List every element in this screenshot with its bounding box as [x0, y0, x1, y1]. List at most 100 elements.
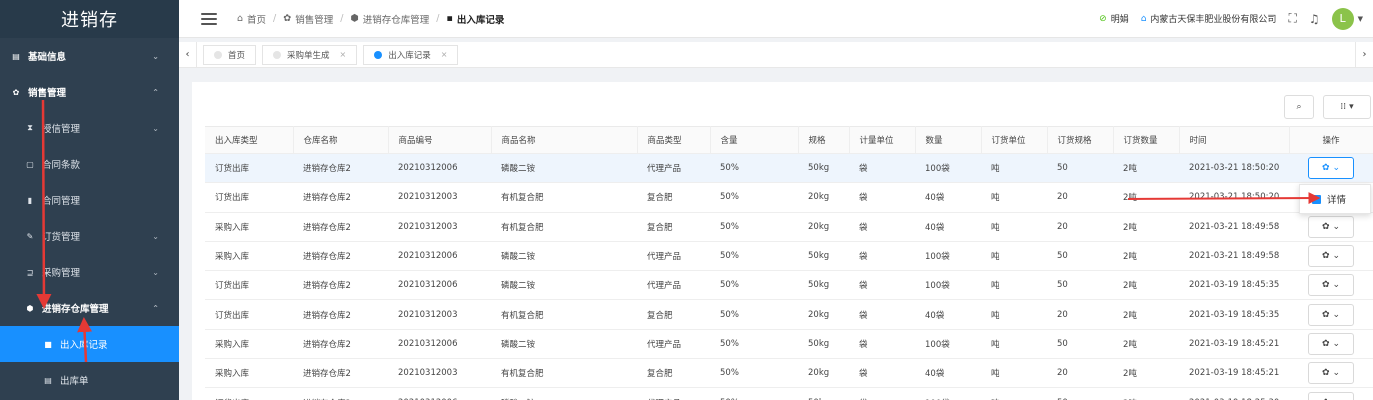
tab-purchase-create[interactable]: 采购单生成 ×: [262, 44, 358, 65]
tabs-scroll-left-icon[interactable]: ‹: [179, 41, 197, 68]
table-cell: 100袋: [915, 153, 981, 184]
sidebar-item-sales[interactable]: ✿ 销售管理 ⌃: [0, 74, 179, 110]
chevron-down-icon: ⌄: [152, 51, 159, 61]
cube-icon: ⬢: [26, 303, 34, 313]
table-cell: 2吨: [1113, 182, 1179, 213]
table-cell: 袋: [849, 329, 915, 360]
table-cell: 有机复合肥: [491, 212, 637, 242]
column-header: 商品类型: [637, 126, 711, 154]
home-icon: ⌂: [1140, 13, 1147, 24]
table-cell: 采购入库: [205, 329, 293, 360]
table-cell: 磷酸二铵: [491, 153, 637, 184]
current-company[interactable]: ⌂ 内蒙古天保丰肥业股份有限公司: [1140, 12, 1277, 26]
breadcrumb-home[interactable]: ⌂ 首页: [237, 12, 266, 26]
row-actions-button[interactable]: ✿⌄: [1308, 391, 1354, 400]
row-actions-button[interactable]: ✿⌄: [1308, 157, 1354, 180]
close-icon[interactable]: ×: [340, 50, 347, 59]
table-cell: 2021-03-19 18:45:21: [1179, 329, 1289, 360]
column-header: 订货数量: [1113, 126, 1180, 154]
sidebar-item-contract-terms[interactable]: ▢ 合同条款: [0, 146, 179, 182]
sidebar-item-stock-records[interactable]: ■ 出入库记录: [0, 326, 179, 362]
table-cell: 50kg: [798, 153, 849, 184]
table-cell: 2021-03-21 18:49:58: [1179, 212, 1289, 242]
breadcrumb-sales[interactable]: ✿ 销售管理: [283, 12, 333, 26]
columns-button[interactable]: ⁞⁞ ▾: [1323, 95, 1371, 119]
table-row[interactable]: 采购入库 进销存仓库2 20210312006 磷酸二铵 代理产品 50% 50kg 袋 100…: [205, 329, 1373, 360]
table-cell: 50%: [710, 153, 798, 184]
table-row[interactable]: 订货出库进销存仓库220210312006磷酸二铵代理产品50%50kg袋100…: [205, 270, 1373, 301]
chevron-down-icon: ⌄: [1332, 280, 1341, 291]
chevron-down-icon: ⌄: [1332, 368, 1341, 379]
table-cell: 吨: [981, 153, 1047, 184]
table-row[interactable]: 订货出库进销存仓库220210312006磷酸二铵代理产品50%50kg袋100…: [205, 153, 1373, 184]
column-header: 计量单位: [849, 126, 916, 154]
row-actions-button[interactable]: ✿⌄: [1308, 332, 1354, 355]
table-cell: 采购入库: [205, 358, 293, 389]
breadcrumb-current: ▪ 出入库记录: [446, 13, 505, 26]
table-cell: 20kg: [798, 182, 849, 213]
table-row[interactable]: 订货出库 进销存仓库2 20210312003 有机复合肥 复合肥 50% 20kg 袋 40袋…: [205, 299, 1373, 330]
breadcrumb-warehouse[interactable]: ⬢ 进销存仓库管理: [350, 12, 429, 26]
table-cell: 100袋: [915, 270, 981, 301]
table-cell: 20: [1047, 299, 1113, 330]
table-row[interactable]: 订货出库进销存仓库220210312006磷酸二铵代理产品50%50kg袋100…: [205, 387, 1373, 400]
tab-stock-records[interactable]: 出入库记录 ×: [363, 44, 459, 65]
table-cell: 2吨: [1113, 329, 1179, 360]
chevron-down-icon: ⌄: [1332, 338, 1341, 349]
table-cell: 20kg: [798, 358, 849, 389]
row-actions-button[interactable]: ✿⌄: [1308, 274, 1354, 297]
table-cell: 2吨: [1113, 299, 1179, 330]
column-header: 含量: [710, 126, 799, 154]
chevron-down-icon: ⌄: [1332, 251, 1341, 262]
table-cell-actions: ✿⌄: [1289, 299, 1373, 330]
gear-icon: ✿: [1321, 251, 1330, 262]
sidebar-item-contracts[interactable]: ▮ 合同管理: [0, 182, 179, 218]
table-cell: 2吨: [1113, 241, 1179, 272]
table-cell: 有机复合肥: [491, 299, 637, 330]
bell-icon[interactable]: ♫: [1309, 12, 1320, 26]
hourglass-icon: ⧗: [27, 123, 33, 132]
table-cell: 20210312003: [388, 182, 491, 213]
column-header: 商品名称: [491, 126, 638, 154]
table-row[interactable]: 采购入库 进销存仓库2 20210312003 有机复合肥 复合肥 50% 20kg 袋 40袋…: [205, 212, 1373, 242]
table-cell-actions: ✿⌄: [1289, 241, 1373, 272]
home-icon: ⌂: [237, 13, 244, 24]
row-actions-button[interactable]: ✿⌄: [1308, 215, 1354, 238]
table-row[interactable]: 订货出库 进销存仓库2 20210312003 有机复合肥 复合肥 50% 20kg 袋 40袋…: [205, 182, 1373, 213]
column-header: 操作: [1289, 126, 1373, 154]
table-cell: 进销存仓库2: [293, 153, 388, 184]
app-logo: 进销存: [0, 0, 179, 38]
table-cell: 2吨: [1113, 153, 1179, 184]
table-cell: 50%: [710, 387, 798, 400]
table-cell: 2021-03-19 18:45:21: [1179, 358, 1289, 389]
sidebar-item-warehouse[interactable]: ⬢ 进销存仓库管理 ⌃: [0, 290, 179, 326]
fullscreen-icon[interactable]: ⛶: [1288, 11, 1296, 26]
row-actions-button[interactable]: ✿⌄: [1308, 303, 1354, 326]
tabs-bar: ‹ 首页 采购单生成 × 出入库记录 × ›: [179, 41, 1373, 68]
table-cell: 2021-03-21 18:50:20: [1179, 182, 1289, 213]
sidebar-item-purchase[interactable]: ⊒ 采购管理 ⌄: [0, 254, 179, 290]
table-cell: 进销存仓库2: [293, 387, 388, 400]
caret-down-icon[interactable]: ▼: [1358, 15, 1363, 23]
sidebar-item-credit[interactable]: ⧗ 授信管理 ⌄: [0, 110, 179, 146]
table-cell: 20kg: [798, 212, 849, 242]
table-row[interactable]: 采购入库 进销存仓库2 20210312006 磷酸二铵 代理产品 50% 50kg 袋 100…: [205, 241, 1373, 272]
table-cell: 复合肥: [637, 358, 710, 389]
sidebar-item-outbound-orders[interactable]: ▤ 出库单: [0, 362, 179, 398]
sidebar-item-orders[interactable]: ✎ 订货管理 ⌄: [0, 218, 179, 254]
table-cell: 复合肥: [637, 212, 710, 242]
tab-home[interactable]: 首页: [203, 44, 257, 65]
table-cell: 20kg: [798, 299, 849, 330]
table-row[interactable]: 采购入库 进销存仓库2 20210312003 有机复合肥 复合肥 50% 20kg 袋 40袋…: [205, 358, 1373, 389]
hamburger-icon[interactable]: [201, 12, 217, 25]
avatar[interactable]: L: [1331, 7, 1354, 30]
search-button[interactable]: ⌕: [1284, 95, 1314, 119]
row-actions-button[interactable]: ✿⌄: [1308, 362, 1354, 385]
close-icon[interactable]: ×: [441, 50, 448, 59]
tabs-scroll-right-icon[interactable]: ›: [1355, 41, 1373, 68]
row-actions-button[interactable]: ✿⌄: [1308, 245, 1354, 268]
sidebar-item-basic-info[interactable]: ▤ 基础信息 ⌄: [0, 38, 179, 74]
current-user[interactable]: ⊘ 明娟: [1099, 12, 1129, 26]
tab-status-dot: [273, 50, 282, 59]
detail-menu-item[interactable]: 详情: [1327, 192, 1346, 206]
